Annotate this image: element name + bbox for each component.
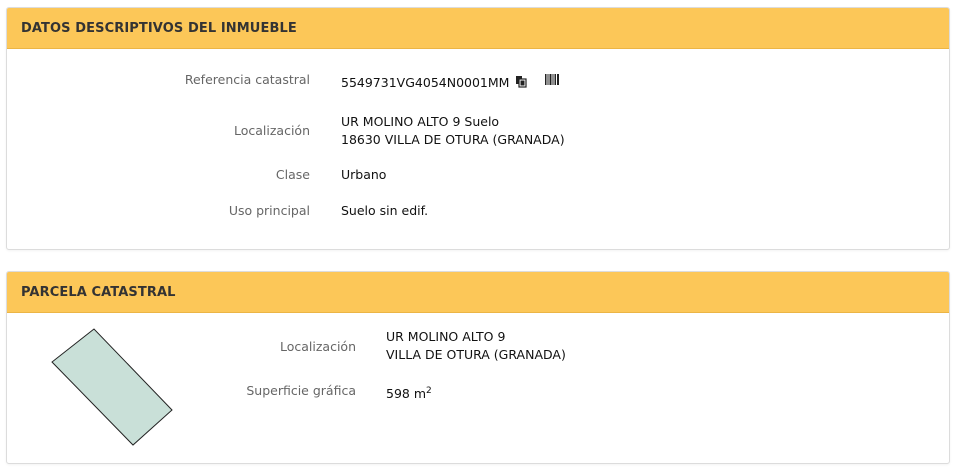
uso-principal-value: Suelo sin edif.: [341, 203, 429, 218]
localizacion-line2: 18630 VILLA DE OTURA (GRANADA): [341, 132, 565, 147]
superficie-grafica-label: Superficie gráfica: [246, 383, 356, 398]
clase-value: Urbano: [341, 167, 387, 182]
referencia-catastral-row: 5549731VG4054N0001MM: [341, 72, 901, 93]
localizacion-label: Localización: [233, 123, 310, 138]
barcode-icon[interactable]: [545, 72, 560, 90]
referencia-catastral-value: 5549731VG4054N0001MM: [341, 75, 510, 90]
clase-label: Clase: [275, 167, 310, 182]
parcela-localizacion-line2: VILLA DE OTURA (GRANADA): [386, 347, 566, 362]
parcela-catastral-header: PARCELA CATASTRAL: [7, 272, 949, 313]
parcela-catastral-panel: PARCELA CATASTRAL Localización UR MOLINO…: [6, 271, 950, 464]
referencia-catastral-label: Referencia catastral: [184, 72, 310, 87]
parcela-localizacion-line1: UR MOLINO ALTO 9: [386, 329, 506, 344]
superficie-unit-sup: 2: [426, 386, 432, 396]
parcela-localizacion-label: Localización: [279, 339, 356, 354]
uso-principal-label: Uso principal: [228, 203, 310, 218]
datos-descriptivos-panel: DATOS DESCRIPTIVOS DEL INMUEBLE Referenc…: [6, 7, 950, 250]
datos-descriptivos-header: DATOS DESCRIPTIVOS DEL INMUEBLE: [7, 8, 949, 49]
localizacion-value: UR MOLINO ALTO 9 Suelo 18630 VILLA DE OT…: [341, 113, 901, 149]
copy-icon[interactable]: [515, 75, 528, 93]
localizacion-line1: UR MOLINO ALTO 9 Suelo: [341, 114, 500, 129]
superficie-grafica-value: 598 m2: [386, 382, 886, 403]
superficie-number: 598 m: [386, 386, 427, 402]
parcela-localizacion-value: UR MOLINO ALTO 9 VILLA DE OTURA (GRANADA…: [386, 328, 886, 364]
